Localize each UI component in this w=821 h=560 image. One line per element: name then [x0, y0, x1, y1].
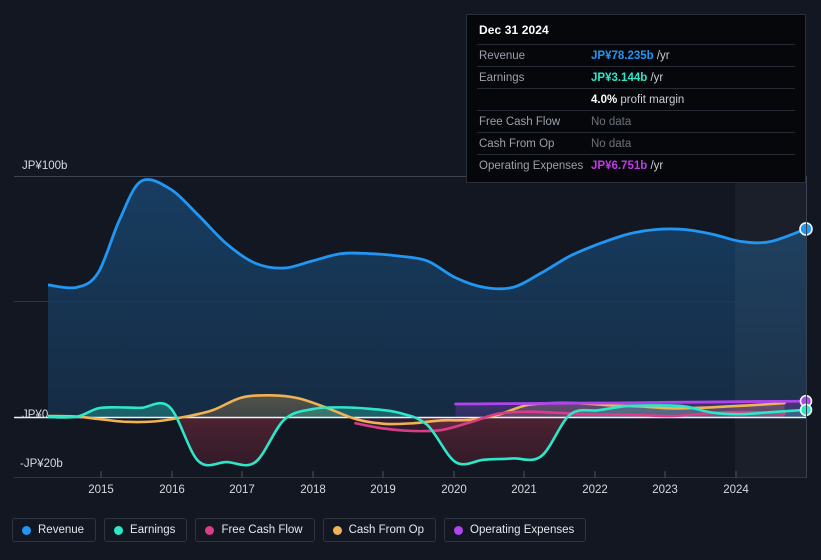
x-axis-label-2017: 2017 — [229, 484, 255, 496]
legend-item-revenue[interactable]: Revenue — [12, 518, 97, 542]
tooltip-row-value-wrap: JP¥78.235b /yr — [591, 50, 793, 62]
data-tooltip: Dec 31 2024 Revenue JP¥78.235b /yr Earning… — [466, 14, 806, 183]
chart-legend: Revenue Earnings Free Cash Flow Cash From O… — [12, 518, 587, 542]
tooltip-row-value-wrap: No data — [591, 138, 793, 150]
legend-color-dot — [454, 525, 464, 535]
tooltip-row-label: Earnings — [479, 71, 525, 84]
tooltip-row-value: No data — [591, 115, 632, 128]
legend-color-dot — [22, 525, 31, 535]
y-axis-label-top: JP¥100b — [22, 160, 68, 172]
tooltip-row-unit: /yr — [647, 159, 664, 172]
tooltip-row: Free Cash Flow No data — [477, 110, 795, 132]
legend-item-cash-from-op[interactable]: Cash From Op — [322, 518, 437, 542]
legend-label: Operating Expenses — [470, 524, 575, 536]
legend-label: Revenue — [38, 524, 85, 536]
forecast-shading — [735, 176, 806, 478]
tooltip-row-label: Free Cash Flow — [479, 115, 561, 128]
tooltip-row-label: Revenue — [479, 49, 526, 62]
tooltip-row-unit: /yr — [647, 71, 664, 84]
tooltip-rows: Revenue JP¥78.235b /yr Earnings JP¥3.144b /… — [477, 44, 795, 176]
tooltip-row-value: 4.0% — [591, 93, 618, 106]
legend-label: Cash From Op — [348, 524, 425, 536]
tooltip-row-label: Operating Expenses — [479, 159, 584, 172]
legend-color-dot — [114, 525, 124, 535]
legend-item-operating-expenses[interactable]: Operating Expenses — [444, 518, 587, 542]
tooltip-row: 4.0% profit margin — [477, 88, 795, 110]
x-axis-label-2019: 2019 — [370, 484, 396, 496]
financial-chart: JP¥100b JP¥0 -JP¥20b 2015 2016 2017 2018 201… — [0, 0, 821, 560]
legend-label: Earnings — [130, 524, 176, 536]
legend-color-dot — [332, 525, 342, 535]
x-axis-label-2022: 2022 — [582, 484, 608, 496]
x-axis-label-2016: 2016 — [159, 484, 185, 496]
tooltip-row: Operating Expenses JP¥6.751b /yr — [477, 154, 795, 176]
tooltip-row-value: JP¥78.235b — [591, 49, 654, 62]
x-axis-label-2024: 2024 — [723, 484, 749, 496]
tooltip-row-value: No data — [591, 137, 632, 150]
tooltip-row: Earnings JP¥3.144b /yr — [477, 66, 795, 88]
x-axis-label-2023: 2023 — [652, 484, 678, 496]
x-axis-label-2015: 2015 — [88, 484, 114, 496]
legend-color-dot — [205, 525, 215, 535]
tooltip-row-unit: /yr — [653, 49, 670, 62]
tooltip-row: Cash From Op No data — [477, 132, 795, 154]
tooltip-date: Dec 31 2024 — [479, 23, 549, 37]
tooltip-row-value-wrap: JP¥6.751b /yr — [591, 160, 793, 172]
tooltip-row-value-wrap: 4.0% profit margin — [591, 94, 793, 106]
tooltip-row-unit: profit margin — [617, 93, 685, 106]
x-axis-label-2021: 2021 — [511, 484, 537, 496]
tooltip-row-value-wrap: JP¥3.144b /yr — [591, 72, 793, 84]
x-axis-label-2020: 2020 — [441, 484, 467, 496]
y-axis-label-zero: JP¥0 — [22, 409, 49, 421]
tooltip-row-value-wrap: No data — [591, 116, 793, 128]
tooltip-row: Revenue JP¥78.235b /yr — [477, 44, 795, 66]
y-axis-label-bottom: -JP¥20b — [20, 458, 63, 470]
x-axis-label-2018: 2018 — [300, 484, 326, 496]
tooltip-row-label: Cash From Op — [479, 137, 555, 150]
legend-label: Free Cash Flow — [221, 524, 303, 536]
tooltip-row-value: JP¥6.751b — [591, 159, 648, 172]
tooltip-row-value: JP¥3.144b — [591, 71, 648, 84]
legend-item-free-cash-flow[interactable]: Free Cash Flow — [195, 518, 315, 542]
legend-item-earnings[interactable]: Earnings — [104, 518, 188, 542]
